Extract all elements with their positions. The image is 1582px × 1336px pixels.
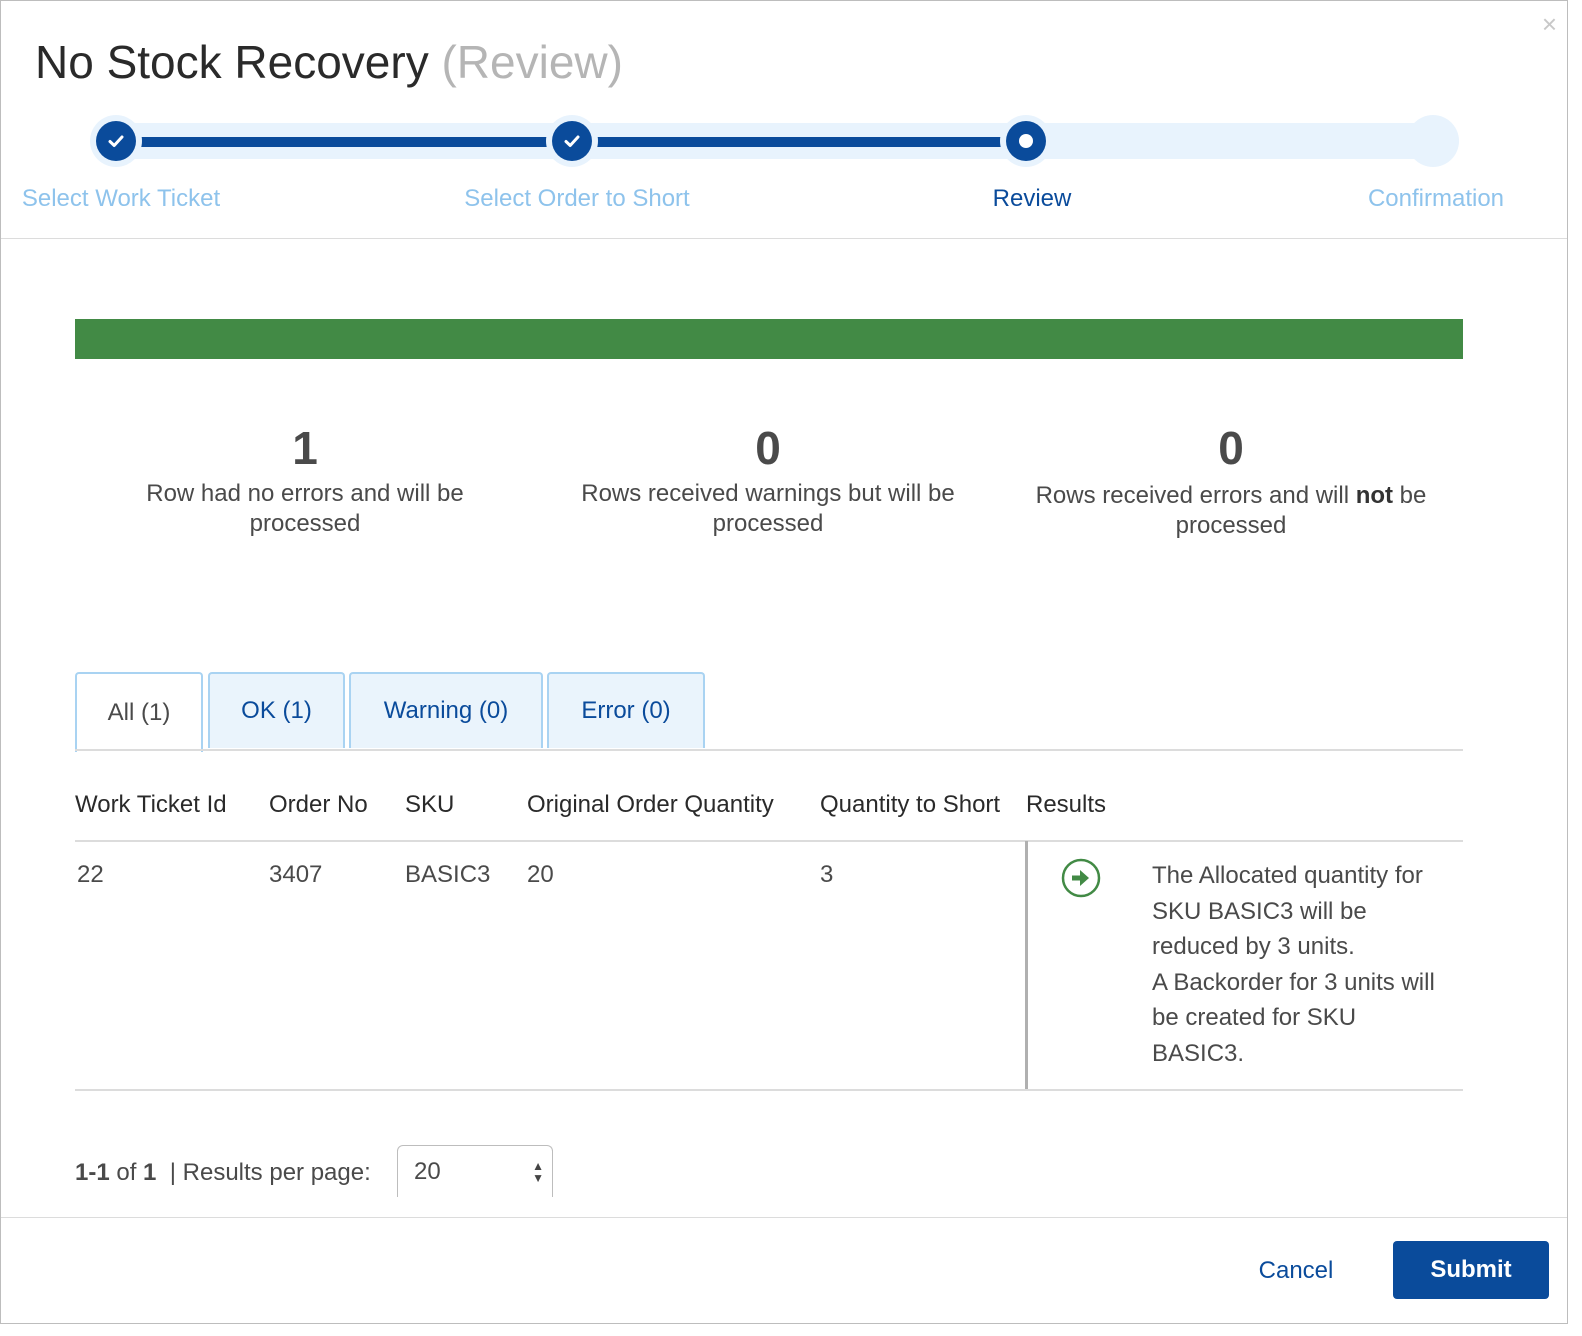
tabs-divider — [75, 749, 1463, 751]
tab-all[interactable]: All (1) — [75, 672, 203, 752]
step-2-check-icon — [552, 121, 592, 161]
result-message-backorder: A Backorder for 3 units will be created … — [1152, 968, 1435, 1067]
dialog: × No Stock Recovery (Review) Select Work… — [0, 0, 1568, 1324]
stepper: Select Work Ticket Select Order to Short… — [1, 111, 1567, 221]
results-per-page-label: Results per page: — [182, 1159, 371, 1186]
dialog-title: No Stock Recovery (Review) — [35, 35, 623, 89]
arrow-right-circle-icon — [1061, 858, 1101, 898]
tab-error[interactable]: Error (0) — [547, 672, 705, 748]
column-header-order-no: Order No — [269, 791, 368, 818]
stat-ok: 1 Row had no errors and will be processe… — [95, 425, 515, 539]
table-row-divider — [75, 1089, 1463, 1091]
step-label-select-order: Select Order to Short — [464, 185, 690, 212]
cell-original-order-quantity: 20 — [527, 861, 554, 888]
cancel-button[interactable]: Cancel — [1241, 1251, 1351, 1291]
cell-work-ticket-id: 22 — [77, 861, 104, 888]
validation-progress-bar — [75, 319, 1463, 359]
pagination-summary: 1-1 of 1 | Results per page: — [75, 1159, 371, 1187]
pagination-of: of — [116, 1159, 137, 1186]
stat-error: 0 Rows received errors and will not be p… — [1021, 425, 1441, 541]
column-header-quantity-to-short: Quantity to Short — [820, 791, 1001, 818]
stat-warning-count: 0 — [755, 422, 781, 474]
stat-error-desc: Rows received errors and will not be pro… — [1035, 482, 1427, 539]
stat-ok-count: 1 — [292, 422, 318, 474]
close-icon[interactable]: × — [1542, 11, 1557, 37]
step-label-review: Review — [992, 185, 1072, 212]
pagination-total: 1 — [143, 1159, 157, 1186]
step-label-confirmation: Confirmation — [1367, 185, 1505, 212]
cell-results: The Allocated quantity for SKU BASIC3 wi… — [1152, 858, 1452, 1071]
step-1-check-icon — [96, 121, 136, 161]
pagination-separator: | — [169, 1159, 176, 1186]
results-per-page-select[interactable]: 20 ▲ ▼ — [397, 1145, 553, 1197]
footer-divider — [1, 1217, 1567, 1218]
cell-order-no: 3407 — [269, 861, 323, 888]
stat-ok-desc: Row had no errors and will be processed — [146, 480, 464, 537]
step-label-select-work-ticket: Select Work Ticket — [21, 185, 221, 212]
tab-warning[interactable]: Warning (0) — [349, 672, 543, 748]
stat-warning-desc: Rows received warnings but will be proce… — [581, 480, 955, 537]
cell-sku: BASIC3 — [405, 861, 491, 888]
cell-quantity-to-short: 3 — [820, 861, 834, 888]
column-header-results: Results — [1026, 791, 1107, 818]
table-header-divider — [75, 840, 1463, 842]
column-header-work-ticket-id: Work Ticket Id — [75, 791, 227, 818]
step-4-pending-icon — [1407, 115, 1459, 167]
submit-button[interactable]: Submit — [1393, 1241, 1549, 1299]
title-subtitle: (Review) — [441, 36, 623, 88]
tab-ok[interactable]: OK (1) — [208, 672, 345, 748]
header-divider — [1, 238, 1567, 239]
pagination-range: 1-1 — [75, 1159, 110, 1186]
stat-warning: 0 Rows received warnings but will be pro… — [558, 425, 978, 539]
stat-error-count: 0 — [1218, 422, 1244, 474]
results-column-divider — [1025, 841, 1028, 1091]
results-per-page-value: 20 — [414, 1158, 441, 1185]
select-updown-icon: ▲ ▼ — [532, 1159, 544, 1185]
column-header-original-order-quantity: Original Order Quantity — [527, 791, 774, 818]
column-header-sku: SKU — [405, 791, 455, 818]
title-main: No Stock Recovery — [35, 36, 429, 88]
result-message-allocation: The Allocated quantity for SKU BASIC3 wi… — [1152, 862, 1423, 960]
step-3-current-icon — [1006, 121, 1046, 161]
